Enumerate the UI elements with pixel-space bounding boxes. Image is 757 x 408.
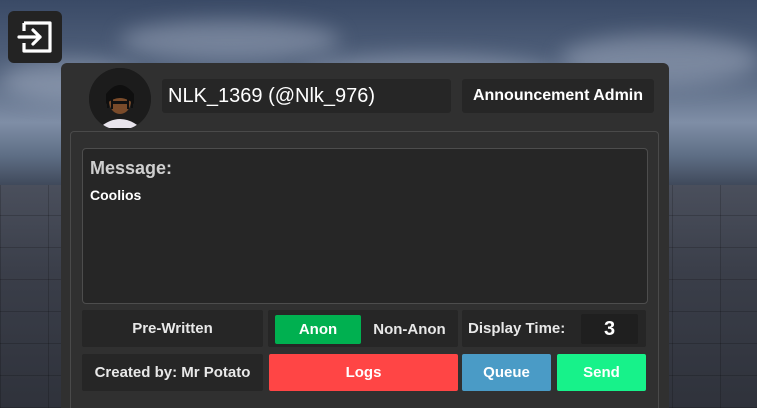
- prewritten-button[interactable]: Pre-Written: [82, 310, 263, 347]
- exit-button[interactable]: [8, 11, 62, 63]
- created-by-label: Created by: Mr Potato: [82, 354, 263, 391]
- panel-title: Announcement Admin: [462, 79, 654, 113]
- message-textbox[interactable]: Message: Coolios: [82, 148, 648, 304]
- message-label: Message:: [90, 158, 173, 178]
- avatar: [89, 68, 151, 130]
- non-anon-button[interactable]: Non-Anon: [363, 315, 456, 344]
- anon-button[interactable]: Anon: [275, 315, 361, 344]
- message-text[interactable]: Coolios: [90, 187, 141, 203]
- display-time-label: Display Time:: [468, 320, 566, 337]
- username-field: NLK_1369 (@Nlk_976): [162, 79, 451, 113]
- display-time-input[interactable]: 3: [581, 314, 638, 344]
- exit-icon: [17, 21, 52, 53]
- logs-button[interactable]: Logs: [269, 354, 458, 391]
- queue-button[interactable]: Queue: [462, 354, 551, 391]
- send-button[interactable]: Send: [557, 354, 646, 391]
